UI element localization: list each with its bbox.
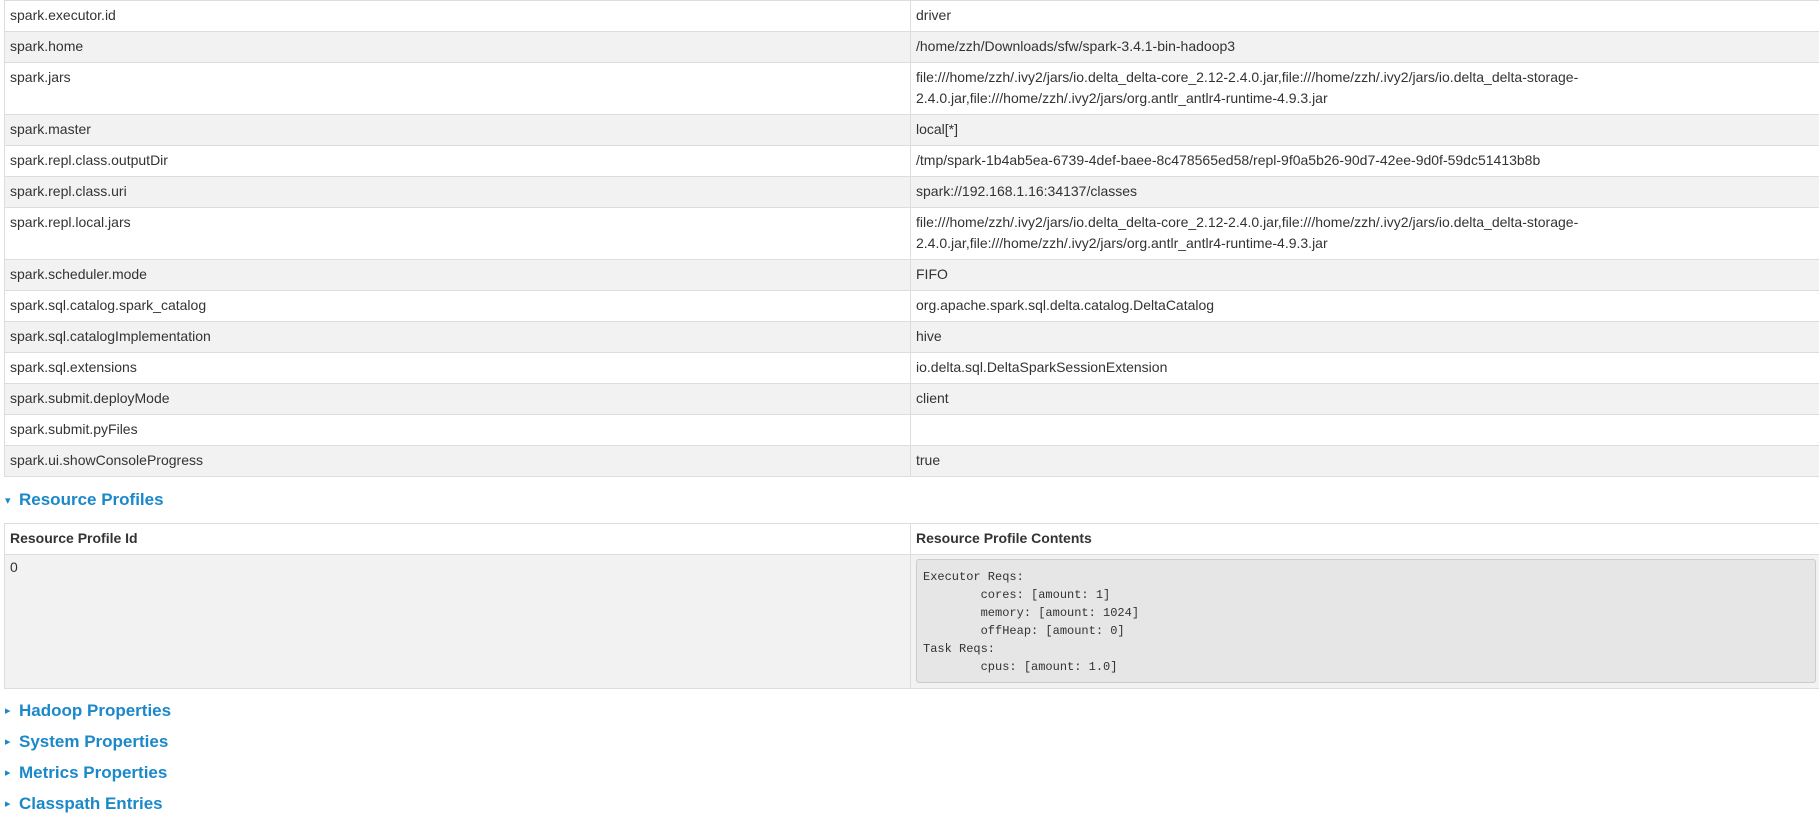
table-row: spark.sql.extensionsio.delta.sql.DeltaSp… bbox=[5, 353, 1819, 384]
section-title[interactable]: System Properties bbox=[19, 732, 168, 752]
property-name: spark.master bbox=[5, 115, 911, 146]
table-header-row: Resource Profile Id Resource Profile Con… bbox=[5, 524, 1819, 555]
property-name: spark.home bbox=[5, 32, 911, 63]
table-row: spark.submit.deployModeclient bbox=[5, 384, 1819, 415]
column-header-profile-id[interactable]: Resource Profile Id bbox=[5, 524, 911, 555]
property-value: org.apache.spark.sql.delta.catalog.Delta… bbox=[911, 291, 1819, 322]
section-title[interactable]: Metrics Properties bbox=[19, 763, 167, 783]
section-title[interactable]: Hadoop Properties bbox=[19, 701, 171, 721]
property-name: spark.scheduler.mode bbox=[5, 260, 911, 291]
column-header-profile-contents[interactable]: Resource Profile Contents bbox=[911, 524, 1819, 555]
property-name: spark.sql.catalog.spark_catalog bbox=[5, 291, 911, 322]
caret-right-icon: ▸ bbox=[5, 735, 19, 748]
resource-profile-id: 0 bbox=[5, 555, 911, 689]
property-name: spark.repl.local.jars bbox=[5, 208, 911, 260]
caret-right-icon: ▸ bbox=[5, 766, 19, 779]
property-value: FIFO bbox=[911, 260, 1819, 291]
section-toggle-system-properties[interactable]: ▸System Properties bbox=[5, 726, 1815, 757]
table-row: 0Executor Reqs: cores: [amount: 1] memor… bbox=[5, 555, 1819, 689]
resource-profiles-title[interactable]: Resource Profiles bbox=[19, 490, 164, 510]
property-value: file:///home/zzh/.ivy2/jars/io.delta_del… bbox=[911, 208, 1819, 260]
table-row: spark.sql.catalogImplementationhive bbox=[5, 322, 1819, 353]
table-row: spark.repl.local.jarsfile:///home/zzh/.i… bbox=[5, 208, 1819, 260]
property-value: driver bbox=[911, 1, 1819, 32]
property-name: spark.submit.deployMode bbox=[5, 384, 911, 415]
table-row: spark.ui.showConsoleProgresstrue bbox=[5, 446, 1819, 477]
table-row: spark.repl.class.outputDir/tmp/spark-1b4… bbox=[5, 146, 1819, 177]
section-toggle-hadoop-properties[interactable]: ▸Hadoop Properties bbox=[5, 695, 1815, 726]
section-title[interactable]: Classpath Entries bbox=[19, 794, 163, 814]
property-name: spark.repl.class.outputDir bbox=[5, 146, 911, 177]
property-value: local[*] bbox=[911, 115, 1819, 146]
caret-right-icon: ▸ bbox=[5, 797, 19, 810]
property-name: spark.repl.class.uri bbox=[5, 177, 911, 208]
property-value: true bbox=[911, 446, 1819, 477]
property-name: spark.executor.id bbox=[5, 1, 911, 32]
table-row: spark.masterlocal[*] bbox=[5, 115, 1819, 146]
resource-profiles-body: 0Executor Reqs: cores: [amount: 1] memor… bbox=[5, 555, 1819, 689]
section-toggle-classpath-entries[interactable]: ▸Classpath Entries bbox=[5, 788, 1815, 819]
spark-properties-table: spark.executor.iddriverspark.home/home/z… bbox=[4, 0, 1819, 477]
table-row: spark.scheduler.modeFIFO bbox=[5, 260, 1819, 291]
spark-properties-body: spark.executor.iddriverspark.home/home/z… bbox=[5, 1, 1819, 477]
table-row: spark.home/home/zzh/Downloads/sfw/spark-… bbox=[5, 32, 1819, 63]
table-row: spark.submit.pyFiles bbox=[5, 415, 1819, 446]
caret-down-icon: ▾ bbox=[5, 494, 19, 507]
property-value: spark://192.168.1.16:34137/classes bbox=[911, 177, 1819, 208]
property-name: spark.sql.extensions bbox=[5, 353, 911, 384]
property-name: spark.sql.catalogImplementation bbox=[5, 322, 911, 353]
section-toggle-metrics-properties[interactable]: ▸Metrics Properties bbox=[5, 757, 1815, 788]
table-row: spark.repl.class.urispark://192.168.1.16… bbox=[5, 177, 1819, 208]
table-row: spark.executor.iddriver bbox=[5, 1, 1819, 32]
table-row: spark.sql.catalog.spark_catalogorg.apach… bbox=[5, 291, 1819, 322]
caret-right-icon: ▸ bbox=[5, 704, 19, 717]
environment-page: spark.executor.iddriverspark.home/home/z… bbox=[0, 0, 1815, 819]
property-name: spark.submit.pyFiles bbox=[5, 415, 911, 446]
collapsed-sections: ▸Hadoop Properties▸System Properties▸Met… bbox=[4, 695, 1815, 819]
property-value bbox=[911, 415, 1819, 446]
resource-profile-contents: Executor Reqs: cores: [amount: 1] memory… bbox=[916, 559, 1816, 683]
property-value: io.delta.sql.DeltaSparkSessionExtension bbox=[911, 353, 1819, 384]
property-value: /tmp/spark-1b4ab5ea-6739-4def-baee-8c478… bbox=[911, 146, 1819, 177]
resource-profiles-table: Resource Profile Id Resource Profile Con… bbox=[4, 523, 1819, 689]
property-value: /home/zzh/Downloads/sfw/spark-3.4.1-bin-… bbox=[911, 32, 1819, 63]
property-value: hive bbox=[911, 322, 1819, 353]
resource-profiles-toggle[interactable]: ▾ Resource Profiles bbox=[5, 477, 1815, 523]
table-row: spark.jarsfile:///home/zzh/.ivy2/jars/io… bbox=[5, 63, 1819, 115]
property-name: spark.jars bbox=[5, 63, 911, 115]
property-value: file:///home/zzh/.ivy2/jars/io.delta_del… bbox=[911, 63, 1819, 115]
property-name: spark.ui.showConsoleProgress bbox=[5, 446, 911, 477]
resource-profile-contents-cell: Executor Reqs: cores: [amount: 1] memory… bbox=[911, 555, 1819, 689]
property-value: client bbox=[911, 384, 1819, 415]
